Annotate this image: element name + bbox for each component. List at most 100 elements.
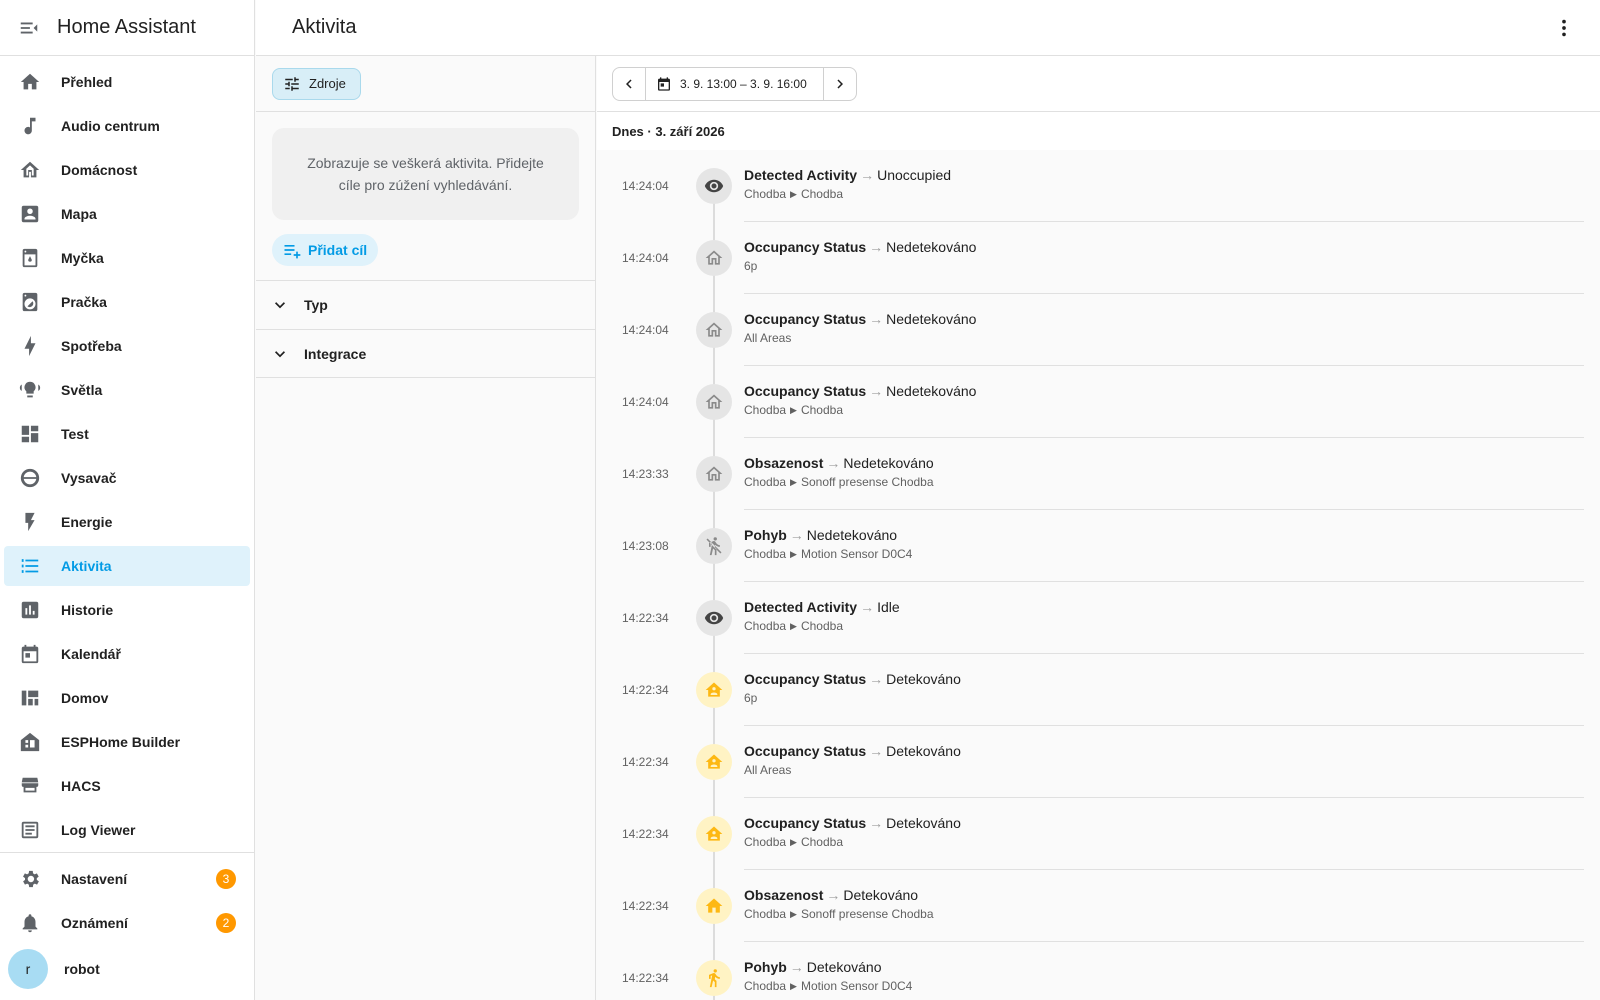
entry-state: Nedetekováno	[886, 383, 977, 399]
sidebar-item-energie[interactable]: Energie	[4, 502, 250, 542]
walk-icon	[709, 969, 720, 988]
arrow-right-icon: →	[826, 455, 841, 471]
user-profile[interactable]: r robot	[4, 947, 250, 991]
entry-state: Nedetekováno	[843, 455, 934, 471]
entry-context: Chodba ▶ Motion Sensor D0C4	[744, 979, 1584, 993]
section-type-label: Typ	[304, 297, 328, 313]
entry-context-part: Sonoff presense Chodba	[800, 907, 934, 921]
entry-context-part: 6p	[744, 691, 758, 705]
logbook-entry[interactable]: 14:24:04 Occupancy Status → Nedetekováno Cho…	[597, 366, 1600, 438]
sources-button[interactable]: Zdroje	[272, 67, 361, 100]
logbook-entry[interactable]: 14:23:08 Pohyb → Nedetekováno Chodba ▶ Motion …	[597, 510, 1600, 582]
logbook-entry[interactable]: 14:24:04 Occupancy Status → Nedetekováno All…	[597, 294, 1600, 366]
sidebar-header: Home Assistant	[0, 0, 254, 56]
walk-off-icon	[706, 537, 722, 556]
eye-icon	[704, 611, 724, 625]
arrow-right-icon: →	[869, 311, 884, 327]
sidebar-item-audio-centrum[interactable]: Audio centrum	[4, 106, 250, 146]
entry-time: 14:24:04	[622, 251, 669, 265]
menu-toggle-button[interactable]	[18, 17, 40, 39]
entry-entity-name[interactable]: Occupancy Status	[744, 671, 866, 687]
entry-context: Chodba ▶ Chodba	[744, 619, 1584, 633]
logbook-entry[interactable]: 14:22:34 Pohyb → Detekováno Chodba ▶ Motion Se…	[597, 942, 1600, 1000]
logbook-entry[interactable]: 14:22:34 Detected Activity → Idle Chodba ▶ Cho…	[597, 582, 1600, 654]
add-target-button[interactable]: Přidat cíl	[272, 234, 378, 266]
sidebar-item-historie[interactable]: Historie	[4, 590, 250, 630]
logbook-entry[interactable]: 14:23:33 Obsazenost → Nedetekováno Chodba ▶ So…	[597, 438, 1600, 510]
entry-entity-name[interactable]: Occupancy Status	[744, 743, 866, 759]
context-separator-icon: ▶	[790, 909, 797, 919]
entry-entity-name[interactable]: Pohyb	[744, 959, 787, 975]
entry-entity-name[interactable]: Occupancy Status	[744, 239, 866, 255]
context-separator-icon: ▶	[790, 981, 797, 991]
previous-range-button[interactable]	[613, 68, 645, 100]
chevron-right-icon	[837, 79, 843, 88]
section-integration[interactable]: Integrace	[256, 329, 595, 378]
sidebar-item-aktivita[interactable]: Aktivita	[4, 546, 250, 586]
entry-time: 14:22:34	[622, 899, 669, 913]
entry-entity-name[interactable]: Detected Activity	[744, 167, 857, 183]
entry-time: 14:22:34	[622, 827, 669, 841]
logbook-entry[interactable]: 14:22:34 Occupancy Status → Detekováno Chodb…	[597, 798, 1600, 870]
hacs-icon	[21, 777, 39, 793]
next-range-button[interactable]	[824, 68, 856, 100]
entry-context-part: Chodba	[800, 403, 844, 417]
entry-entity-name[interactable]: Occupancy Status	[744, 383, 866, 399]
sidebar-item-domácnost[interactable]: Domácnost	[4, 150, 250, 190]
sidebar-item-esphome-builder[interactable]: ESPHome Builder	[4, 722, 250, 762]
date-range-button[interactable]: 3. 9. 13:00 – 3. 9. 16:00	[645, 67, 824, 100]
sidebar-item-icon	[18, 334, 42, 358]
sidebar-item-icon	[18, 202, 42, 226]
logbook-entry[interactable]: 14:22:34 Occupancy Status → Detekováno 6p	[597, 654, 1600, 726]
sidebar-item-kalendář[interactable]: Kalendář	[4, 634, 250, 674]
sidebar-item-label: Vysavač	[61, 470, 117, 486]
entry-context-part: All Areas	[744, 763, 792, 777]
entry-entity-name[interactable]: Obsazenost	[744, 887, 823, 903]
logbook-entry[interactable]: 14:24:04 Occupancy Status → Nedetekováno 6p	[597, 222, 1600, 294]
section-integration-label: Integrace	[304, 345, 367, 362]
entry-icon-circle	[696, 960, 732, 996]
arrow-right-icon: →	[860, 599, 875, 615]
sidebar-item-hacs[interactable]: HACS	[4, 766, 250, 806]
sidebar-item-spotřeba[interactable]: Spotřeba	[4, 326, 250, 366]
sidebar-item-label: Spotřeba	[61, 338, 122, 354]
section-type[interactable]: Typ	[256, 280, 595, 329]
entry-entity-name[interactable]: Detected Activity	[744, 599, 857, 615]
entry-context: 6p	[744, 691, 1584, 705]
sidebar-item-vysavač[interactable]: Vysavač	[4, 458, 250, 498]
more-options-button[interactable]	[1552, 16, 1576, 40]
logbook-entry[interactable]: 14:22:34 Obsazenost → Detekováno Chodba ▶ Sono…	[597, 870, 1600, 942]
entry-time: 14:22:34	[622, 611, 669, 625]
robot-vacuum-icon	[20, 468, 40, 488]
sidebar-item-světla[interactable]: Světla	[4, 370, 250, 410]
chevron-left-icon	[626, 79, 632, 88]
sidebar-item-přehled[interactable]: Přehled	[4, 62, 250, 102]
sidebar-item-label: Domácnost	[61, 162, 138, 178]
sidebar-nav: Přehled Audio centrum Domácnost Mapa Myčka Pr…	[0, 56, 254, 850]
sidebar-item-nastavení[interactable]: Nastavení 3	[4, 859, 250, 899]
sidebar-item-myčka[interactable]: Myčka	[4, 238, 250, 278]
entry-entity-name[interactable]: Pohyb	[744, 527, 787, 543]
sidebar-item-pračka[interactable]: Pračka	[4, 282, 250, 322]
lightning-icon	[24, 335, 36, 357]
add-target-label: Přidat cíl	[308, 242, 368, 258]
sidebar-item-domov[interactable]: Domov	[4, 678, 250, 718]
sidebar-item-mapa[interactable]: Mapa	[4, 194, 250, 234]
sidebar-item-oznámení[interactable]: Oznámení 2	[4, 903, 250, 943]
entry-entity-name[interactable]: Occupancy Status	[744, 311, 866, 327]
arrow-right-icon: →	[826, 887, 841, 903]
entry-context-part: Chodba	[744, 619, 787, 633]
logbook-entry[interactable]: 14:24:04 Detected Activity → Unoccupied Chod…	[597, 150, 1600, 222]
sidebar-item-log-viewer[interactable]: Log Viewer	[4, 810, 250, 850]
arrow-right-icon: →	[869, 743, 884, 759]
home-icon	[20, 73, 40, 90]
entry-entity-name[interactable]: Obsazenost	[744, 455, 823, 471]
logbook-entry[interactable]: 14:22:34 Occupancy Status → Detekováno All A…	[597, 726, 1600, 798]
sidebar-item-test[interactable]: Test	[4, 414, 250, 454]
entry-content: Pohyb → Detekováno Chodba ▶ Motion Sensor D0C…	[744, 957, 1584, 1000]
entry-state: Detekováno	[886, 743, 961, 759]
sidebar-item-label: Test	[61, 426, 89, 442]
cog-icon	[23, 870, 39, 888]
entry-entity-name[interactable]: Occupancy Status	[744, 815, 866, 831]
entry-context-part: Chodba	[744, 979, 787, 993]
